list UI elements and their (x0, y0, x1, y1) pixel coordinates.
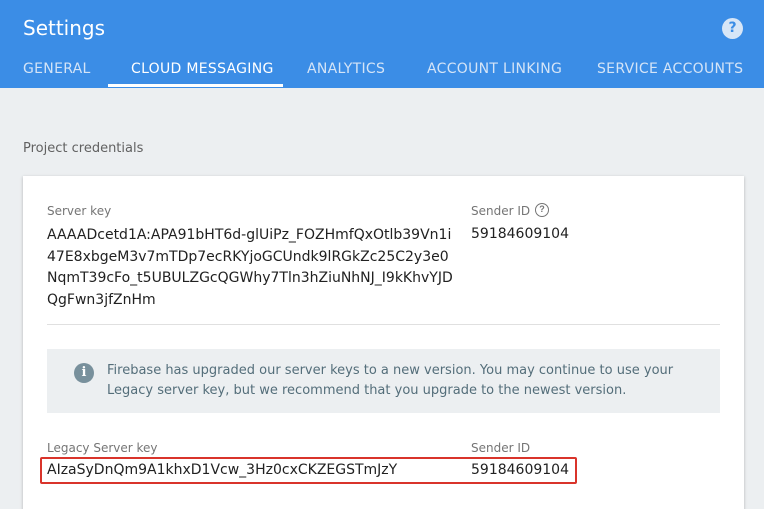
tab-cloud-messaging[interactable]: CLOUD MESSAGING (131, 61, 274, 77)
legacy-server-key-label: Legacy Server key (47, 441, 158, 455)
page-title: Settings (23, 16, 106, 40)
server-key-value[interactable]: AAAADcetd1A:APA91bHT6d-glUiPz_FOZHmfQxOt… (47, 225, 457, 311)
help-circle-icon[interactable]: ? (535, 203, 549, 217)
tab-service-accounts[interactable]: SERVICE ACCOUNTS (597, 61, 743, 77)
divider (47, 324, 720, 325)
tab-general[interactable]: GENERAL (23, 61, 91, 77)
tab-account-linking[interactable]: ACCOUNT LINKING (427, 61, 562, 77)
legacy-sender-id-label: Sender ID (471, 441, 531, 455)
info-banner: i Firebase has upgraded our server keys … (47, 349, 720, 413)
active-tab-indicator (108, 84, 283, 87)
info-icon: i (74, 363, 94, 383)
legacy-sender-id-value[interactable]: 59184609104 (471, 462, 569, 478)
legacy-server-key-value[interactable]: AIzaSyDnQm9A1khxD1Vcw_3Hz0cxCKZEGSTmJzY (47, 462, 397, 478)
sender-id-value[interactable]: 59184609104 (471, 226, 569, 242)
sender-id-label: Sender ID (471, 204, 531, 218)
app-header: Settings ? GENERAL CLOUD MESSAGING ANALY… (0, 0, 764, 88)
section-title: Project credentials (23, 141, 144, 156)
server-key-label: Server key (47, 204, 112, 218)
credentials-card: Server key AAAADcetd1A:APA91bHT6d-glUiPz… (23, 176, 744, 509)
help-icon[interactable]: ? (722, 18, 743, 39)
info-message: Firebase has upgraded our server keys to… (107, 363, 674, 398)
tab-analytics[interactable]: ANALYTICS (307, 61, 385, 77)
